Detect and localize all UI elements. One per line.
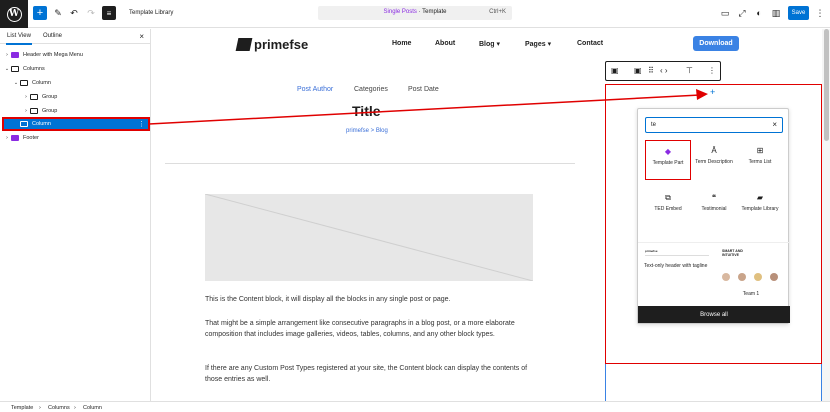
scrollbar-thumb[interactable] bbox=[824, 29, 829, 141]
chevron-right-icon: › bbox=[39, 405, 41, 411]
breadcrumb-template[interactable]: Template bbox=[11, 405, 33, 411]
block-breadcrumb-bar: Template › Columns › Column bbox=[0, 401, 830, 412]
annotation-arrow bbox=[148, 89, 708, 125]
breadcrumb-columns[interactable]: Columns bbox=[48, 405, 70, 411]
chevron-right-icon: › bbox=[74, 405, 76, 411]
breadcrumb-column[interactable]: Column bbox=[83, 405, 102, 411]
